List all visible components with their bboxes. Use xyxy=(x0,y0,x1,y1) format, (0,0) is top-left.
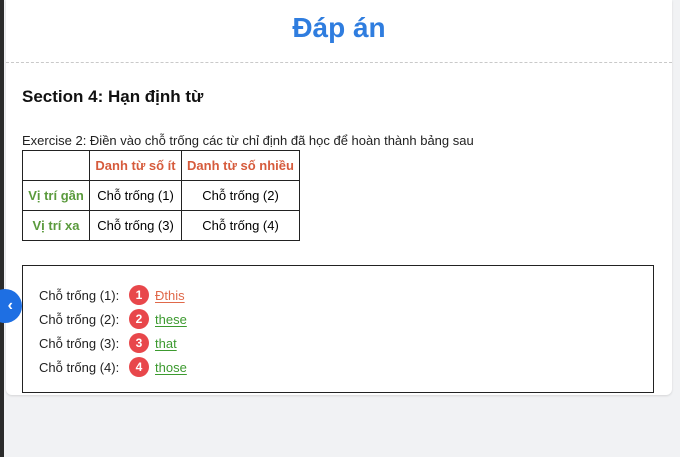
answer-row: Chỗ trống (2): 2 these xyxy=(39,309,187,329)
exercise-instruction: Exercise 2: Điền vào chỗ trống các từ ch… xyxy=(22,133,474,148)
answer-row: Chỗ trống (1): 1 Đthis xyxy=(39,285,185,305)
title-divider xyxy=(6,62,672,63)
answer-label: Chỗ trống (3): xyxy=(39,335,120,351)
table-header-row: Danh từ số ít Danh từ số nhiều xyxy=(22,150,300,181)
table-cell: Chỗ trống (3) xyxy=(89,210,182,241)
demonstrative-table: Danh từ số ít Danh từ số nhiều Vị trí gầ… xyxy=(22,150,300,241)
answer-row: Chỗ trống (3): 3 that xyxy=(39,333,177,353)
answer-number-badge: 1 xyxy=(129,285,149,305)
answer-value: those xyxy=(155,359,187,375)
answer-row: Chỗ trống (4): 4 those xyxy=(39,357,187,377)
answer-number-badge: 2 xyxy=(129,309,149,329)
table-header-cell: Danh từ số nhiều xyxy=(181,150,300,181)
section-heading: Section 4: Hạn định từ xyxy=(22,87,204,106)
table-row: Vị trí xa Chỗ trống (3) Chỗ trống (4) xyxy=(22,210,300,241)
answer-value: Đthis xyxy=(155,287,185,303)
answer-value: these xyxy=(155,311,187,327)
answers-box: Chỗ trống (1): 1 Đthis Chỗ trống (2): 2 … xyxy=(22,265,654,393)
answer-label: Chỗ trống (2): xyxy=(39,311,120,327)
table-row: Vị trí gần Chỗ trống (1) Chỗ trống (2) xyxy=(22,180,300,211)
page-title: Đáp án xyxy=(292,12,386,43)
table-cell: Chỗ trống (1) xyxy=(89,180,182,211)
table-cell: Chỗ trống (4) xyxy=(181,210,300,241)
answer-value: that xyxy=(155,335,177,351)
table-row-label: Vị trí gần xyxy=(22,180,90,211)
table-cell: Chỗ trống (2) xyxy=(181,180,300,211)
answer-number-badge: 3 xyxy=(129,333,149,353)
answer-card: Đáp án Section 4: Hạn định từ Exercise 2… xyxy=(6,0,672,395)
answer-number-badge: 4 xyxy=(129,357,149,377)
table-header-cell xyxy=(22,150,90,181)
answer-label: Chỗ trống (4): xyxy=(39,359,120,375)
chevron-left-icon: ‹ xyxy=(7,297,13,314)
table-header-cell: Danh từ số ít xyxy=(89,150,182,181)
table-row-label: Vị trí xa xyxy=(22,210,90,241)
answer-label: Chỗ trống (1): xyxy=(39,287,120,303)
window-edge xyxy=(0,0,4,457)
